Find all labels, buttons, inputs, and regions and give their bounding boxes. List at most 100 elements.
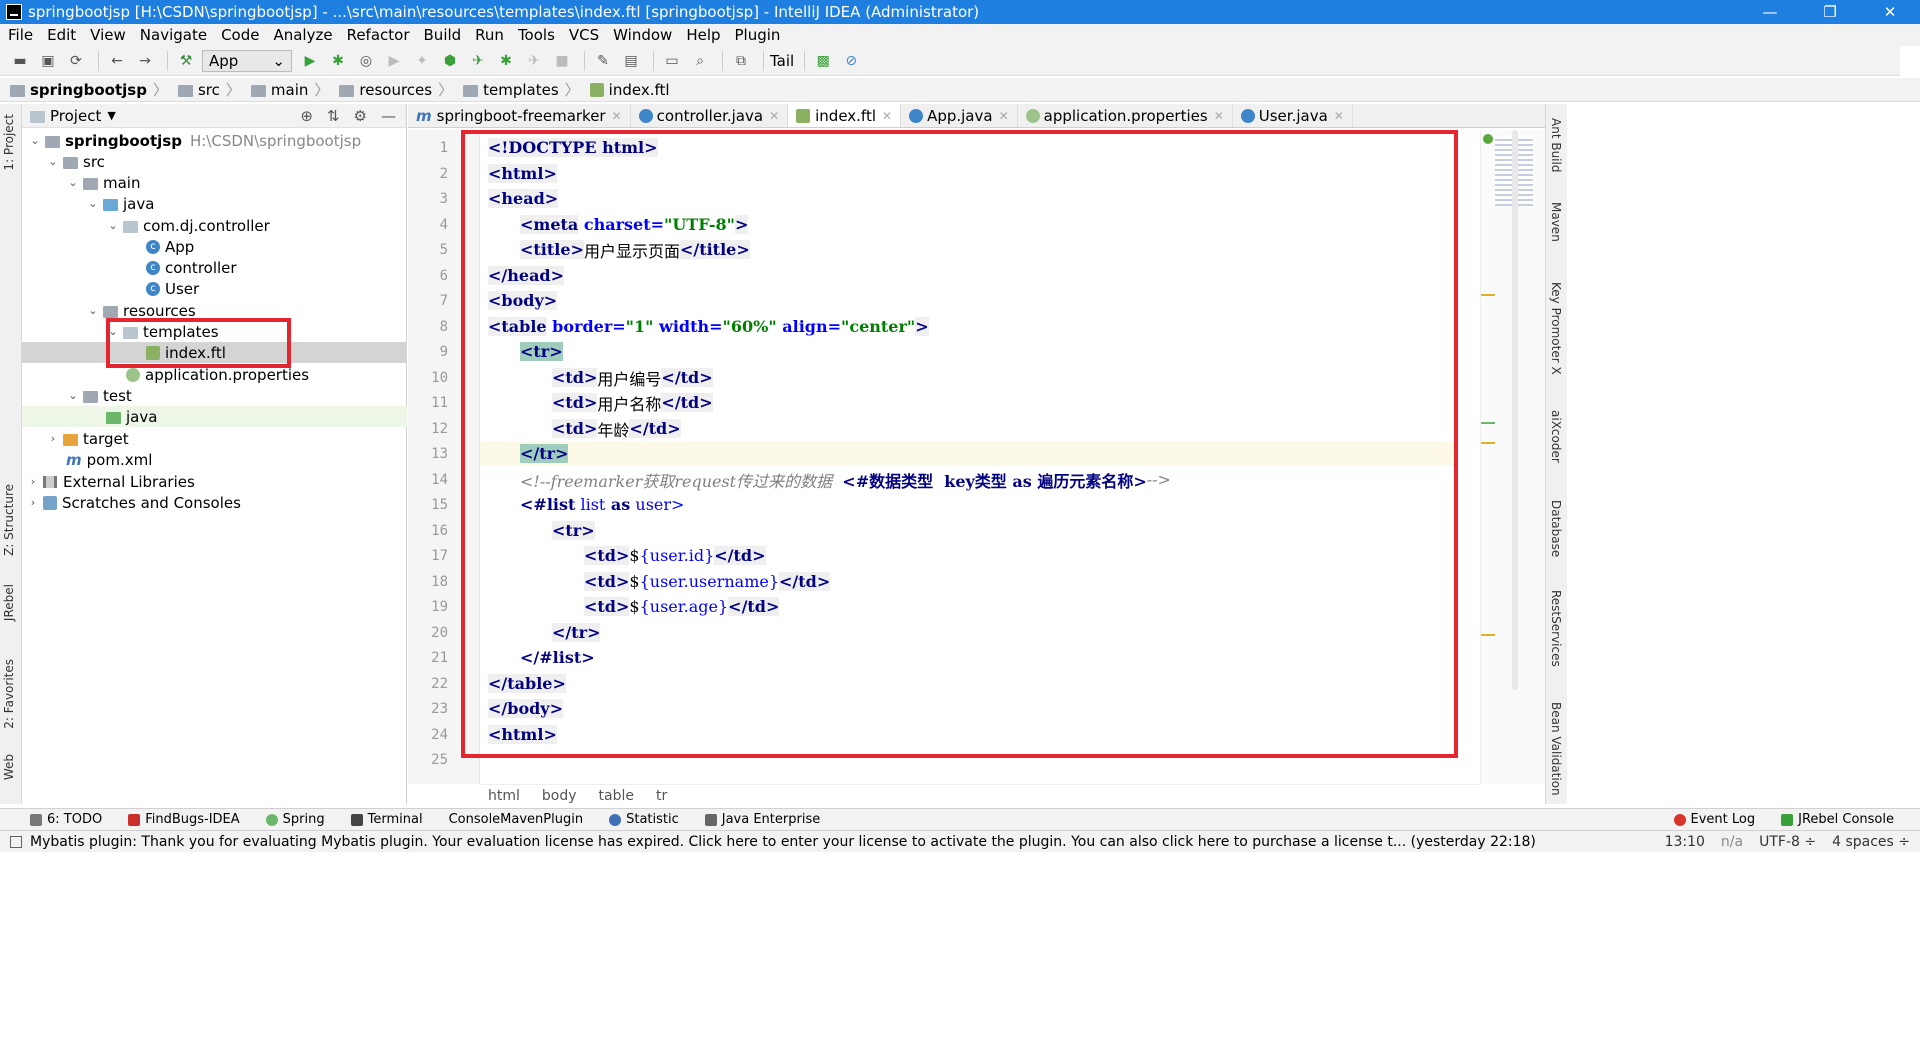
chevron-down-icon[interactable]: ⌄ — [86, 197, 100, 210]
tool-tab-aixcoder[interactable]: aiXcoder — [1549, 410, 1563, 463]
jrebel-bug-icon[interactable]: ✱ — [494, 50, 518, 72]
menu-help[interactable]: Help — [679, 26, 727, 44]
minimize-button[interactable]: — — [1740, 3, 1800, 21]
jrebel-run-icon[interactable]: ⬢ — [438, 50, 462, 72]
tool-tab-ant-build[interactable]: Ant Build — [1549, 118, 1563, 172]
menu-code[interactable]: Code — [214, 26, 266, 44]
hide-panel-icon[interactable]: — — [381, 107, 396, 125]
menu-vcs[interactable]: VCS — [562, 26, 606, 44]
tree-item-test-java[interactable]: java — [22, 406, 407, 427]
tab-application-properties[interactable]: application.properties ✕ — [1018, 104, 1233, 127]
menu-window[interactable]: Window — [606, 26, 679, 44]
tool-tab-favorites[interactable]: 2: Favorites — [2, 659, 16, 729]
menu-edit[interactable]: Edit — [40, 26, 83, 44]
tree-item-target[interactable]: › target — [22, 428, 407, 449]
scrollbar-thumb[interactable] — [1512, 130, 1518, 690]
tab-user-java[interactable]: User.java ✕ — [1233, 104, 1353, 127]
chevron-down-icon[interactable]: ⌄ — [66, 176, 80, 189]
tree-item-package[interactable]: ⌄ com.dj.controller — [22, 215, 407, 236]
tool-terminal[interactable]: Terminal — [350, 812, 423, 827]
save-icon[interactable]: ▣ — [36, 50, 60, 72]
breadcrumb-index-ftl[interactable]: index.ftl — [589, 81, 670, 99]
tool-tab-structure[interactable]: Z: Structure — [2, 484, 16, 556]
crumb-html[interactable]: html — [488, 788, 520, 804]
tree-item-springbootjsp[interactable]: ⌄ springbootjsp H:\CSDN\springbootjsp — [22, 130, 407, 151]
close-icon[interactable]: ✕ — [612, 109, 622, 123]
chevron-down-icon[interactable]: ⌄ — [46, 155, 60, 168]
tool-tab-maven[interactable]: Maven — [1549, 202, 1563, 242]
chevron-down-icon[interactable]: ▼ — [107, 109, 115, 122]
locate-target-icon[interactable]: ⊕ — [300, 107, 313, 125]
menu-file[interactable]: File — [0, 26, 40, 44]
marker-warning[interactable] — [1481, 442, 1495, 444]
tree-item-src[interactable]: ⌄ src — [22, 151, 407, 172]
tool-jrebel-console[interactable]: JRebel Console — [1781, 812, 1894, 827]
tool-todo[interactable]: 6: TODO — [30, 812, 102, 827]
file-encoding[interactable]: UTF-8 ÷ — [1759, 834, 1816, 850]
toggle-tool-windows-icon[interactable] — [10, 835, 22, 848]
tool-tab-bean-validation[interactable]: Bean Validation — [1549, 702, 1563, 796]
run-icon[interactable]: ▶ — [298, 50, 322, 72]
build-hammer-icon[interactable]: ⚒ — [174, 50, 198, 72]
menu-navigate[interactable]: Navigate — [133, 26, 214, 44]
tool-console-maven[interactable]: ConsoleMavenPlugin — [449, 812, 584, 827]
forward-arrow-icon[interactable]: → — [133, 50, 157, 72]
marker-warning[interactable] — [1481, 634, 1495, 636]
tool-tab-key-promoter[interactable]: Key Promoter X — [1549, 282, 1563, 375]
breadcrumb-main[interactable]: main 〉 — [250, 79, 336, 100]
tool-tab-web[interactable]: Web — [2, 754, 16, 780]
menu-tools[interactable]: Tools — [511, 26, 562, 44]
debug-bug-icon[interactable]: ✱ — [326, 50, 350, 72]
project-panel-title[interactable]: Project — [50, 107, 101, 125]
menu-view[interactable]: View — [83, 26, 133, 44]
chevron-right-icon[interactable]: › — [26, 475, 40, 488]
menu-refactor[interactable]: Refactor — [340, 26, 417, 44]
sync-icon[interactable]: ⟳ — [64, 50, 88, 72]
breadcrumb-resources[interactable]: resources 〉 — [339, 79, 459, 100]
tree-item-java[interactable]: ⌄ java — [22, 193, 407, 214]
terminal-window-icon[interactable]: ▭ — [660, 50, 684, 72]
back-arrow-icon[interactable]: ← — [105, 50, 129, 72]
marker-ok[interactable] — [1481, 422, 1495, 424]
tab-controller-java[interactable]: controller.java ✕ — [631, 104, 789, 127]
tab-app-java[interactable]: App.java ✕ — [901, 104, 1018, 127]
breadcrumb-src[interactable]: src 〉 — [177, 79, 247, 100]
cancel-circle-icon[interactable]: ⊘ — [839, 50, 863, 72]
collapse-all-icon[interactable]: ⇅ — [327, 107, 340, 125]
close-icon[interactable]: ✕ — [1214, 109, 1224, 123]
close-button[interactable]: ✕ — [1860, 3, 1920, 21]
menu-analyze[interactable]: Analyze — [266, 26, 339, 44]
jrebel-debug-icon[interactable]: ✈ — [466, 50, 490, 72]
tool-statistic[interactable]: Statistic — [609, 812, 679, 827]
chevron-down-icon[interactable]: ⌄ — [106, 219, 120, 232]
editor-scrollbar[interactable] — [1480, 130, 1545, 784]
chevron-down-icon[interactable]: ⌄ — [28, 134, 42, 147]
run-disabled-icon[interactable]: ▶ — [382, 50, 406, 72]
run-config-select[interactable]: App ⌄ — [202, 49, 292, 72]
caret-position[interactable]: 13:10 — [1665, 834, 1705, 850]
tree-item-external-libraries[interactable]: › External Libraries — [22, 471, 407, 492]
tool-tab-jrebel[interactable]: JRebel — [2, 584, 16, 621]
tree-item-main[interactable]: ⌄ main — [22, 172, 407, 193]
menu-plugin[interactable]: Plugin — [728, 26, 788, 44]
menu-run[interactable]: Run — [468, 26, 511, 44]
stop-icon[interactable]: ■ — [550, 50, 574, 72]
tool-tab-restservices[interactable]: RestServices — [1549, 590, 1563, 667]
jrebel-disabled-icon[interactable]: ✈ — [522, 50, 546, 72]
wrench-settings-icon[interactable]: ✎ — [591, 50, 615, 72]
tool-tab-database[interactable]: Database — [1549, 500, 1563, 557]
tree-item-test[interactable]: ⌄ test — [22, 385, 407, 406]
chevron-down-icon[interactable]: ⌄ — [66, 389, 80, 402]
tool-findbugs[interactable]: FindBugs-IDEA — [128, 812, 240, 827]
tool-tab-project[interactable]: 1: Project — [2, 114, 16, 171]
indent-setting[interactable]: 4 spaces ÷ — [1832, 834, 1910, 850]
tree-item-controller[interactable]: c controller — [22, 257, 407, 278]
tree-item-scratches[interactable]: › Scratches and Consoles — [22, 492, 407, 513]
presentation-icon[interactable]: ⧉ — [729, 50, 753, 72]
tool-spring[interactable]: Spring — [265, 812, 325, 827]
close-icon[interactable]: ✕ — [882, 109, 892, 123]
tab-index-ftl[interactable]: index.ftl ✕ — [788, 104, 902, 127]
close-icon[interactable]: ✕ — [1334, 109, 1344, 123]
crumb-table[interactable]: table — [599, 788, 634, 804]
tree-item-pom[interactable]: m pom.xml — [22, 449, 407, 470]
